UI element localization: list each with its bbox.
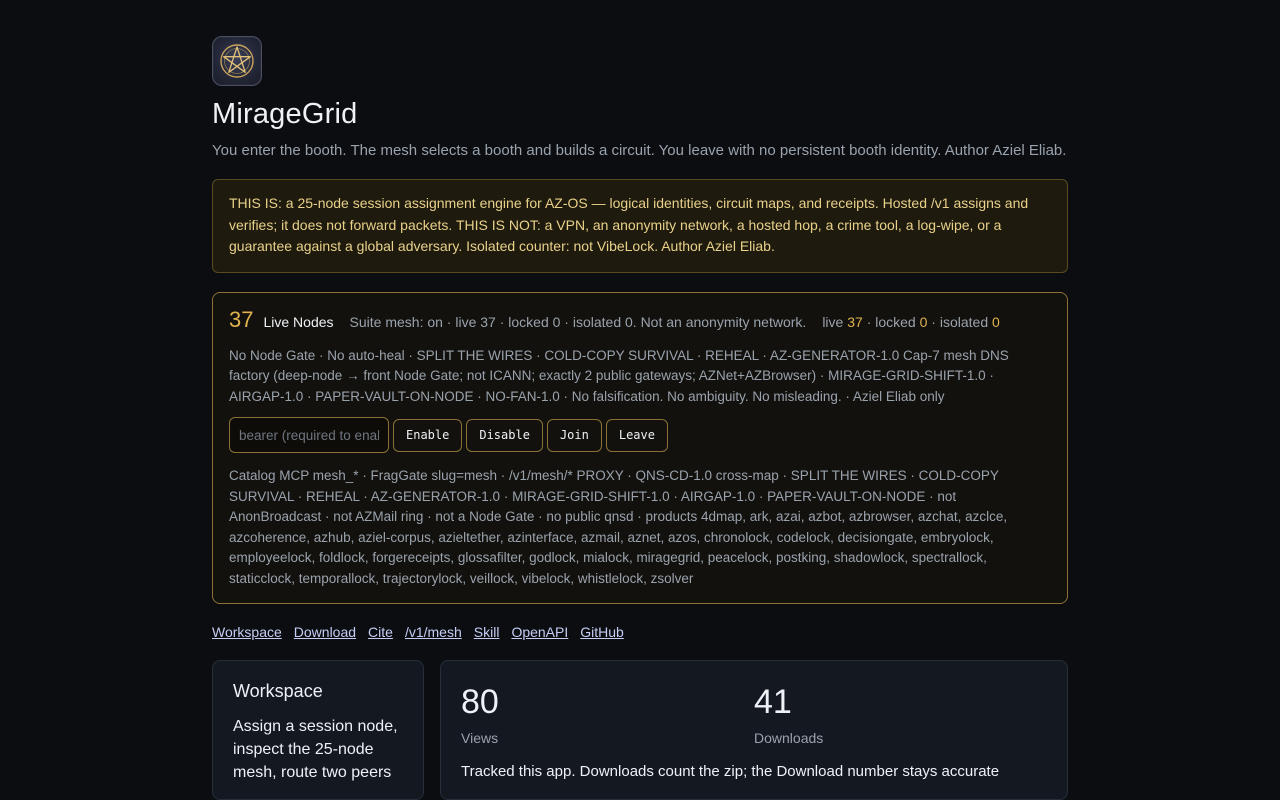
live-counter-value: 37 bbox=[847, 313, 863, 330]
suite-mesh-status: Suite mesh: on · live 37 · locked 0 · is… bbox=[349, 313, 807, 330]
downloads-label: Downloads bbox=[754, 730, 824, 746]
mesh-panel: 37 Live Nodes Suite mesh: on · live 37 ·… bbox=[212, 291, 1068, 604]
disclaimer-notice: THIS IS: a 25-node session assignment en… bbox=[212, 179, 1068, 273]
link-download[interactable]: Download bbox=[294, 624, 356, 640]
page: MirageGrid You enter the booth. The mesh… bbox=[212, 36, 1068, 800]
join-button[interactable]: Join bbox=[546, 418, 602, 452]
leave-button[interactable]: Leave bbox=[605, 418, 668, 452]
bearer-input[interactable] bbox=[229, 417, 389, 453]
mesh-description: No Node Gate · No auto-heal · SPLIT THE … bbox=[229, 347, 1009, 404]
link-github[interactable]: GitHub bbox=[580, 624, 624, 640]
mesh-stat-row: 37 Live Nodes Suite mesh: on · live 37 ·… bbox=[229, 307, 1051, 333]
isolated-counter-label: · isolated bbox=[931, 313, 989, 330]
link-openapi[interactable]: OpenAPI bbox=[511, 624, 568, 640]
nav-links: Workspace Download Cite /v1/mesh Skill O… bbox=[212, 624, 1068, 640]
mesh-controls: Enable Disable Join Leave bbox=[229, 417, 1051, 453]
catalog-text: Catalog MCP mesh_* · FragGate slug=mesh … bbox=[229, 468, 1008, 586]
locked-counter-value: 0 bbox=[919, 313, 928, 330]
page-subtitle: You enter the booth. The mesh selects a … bbox=[212, 142, 1067, 159]
app-logo-icon bbox=[212, 36, 262, 86]
link-cite[interactable]: Cite bbox=[368, 624, 393, 640]
disable-button[interactable]: Disable bbox=[466, 418, 543, 452]
locked-counter-label: · locked bbox=[866, 313, 916, 330]
stats-card: 80 Views 41 Downloads Tracked this app. … bbox=[440, 660, 1068, 800]
workspace-card[interactable]: Workspace Assign a session node, inspect… bbox=[212, 660, 424, 800]
stats-note: Tracked this app. Downloads count the zi… bbox=[461, 763, 1000, 780]
mesh-counters: live 37 · locked 0 · isolated 0 bbox=[822, 314, 999, 330]
live-node-count: 37 bbox=[229, 306, 254, 332]
cards-row: Workspace Assign a session node, inspect… bbox=[212, 660, 1068, 800]
workspace-card-title: Workspace bbox=[233, 681, 323, 701]
views-count: 80 bbox=[461, 683, 499, 721]
link-v1-mesh[interactable]: /v1/mesh bbox=[405, 624, 462, 640]
views-stat: 80 Views bbox=[461, 683, 754, 746]
live-nodes-label: Live Nodes bbox=[263, 313, 334, 330]
isolated-counter-value: 0 bbox=[992, 313, 1000, 330]
enable-button[interactable]: Enable bbox=[393, 418, 463, 452]
live-counter-label: live bbox=[822, 313, 844, 330]
page-title: MirageGrid bbox=[212, 98, 358, 130]
downloads-stat: 41 Downloads bbox=[754, 683, 1047, 746]
link-skill[interactable]: Skill bbox=[474, 624, 500, 640]
stats-row: 80 Views 41 Downloads bbox=[461, 683, 1047, 746]
views-label: Views bbox=[461, 730, 499, 746]
pentagram-icon bbox=[220, 44, 254, 78]
downloads-count: 41 bbox=[754, 683, 792, 721]
workspace-card-description: Assign a session node, inspect the 25-no… bbox=[233, 718, 398, 781]
link-workspace[interactable]: Workspace bbox=[212, 624, 282, 640]
